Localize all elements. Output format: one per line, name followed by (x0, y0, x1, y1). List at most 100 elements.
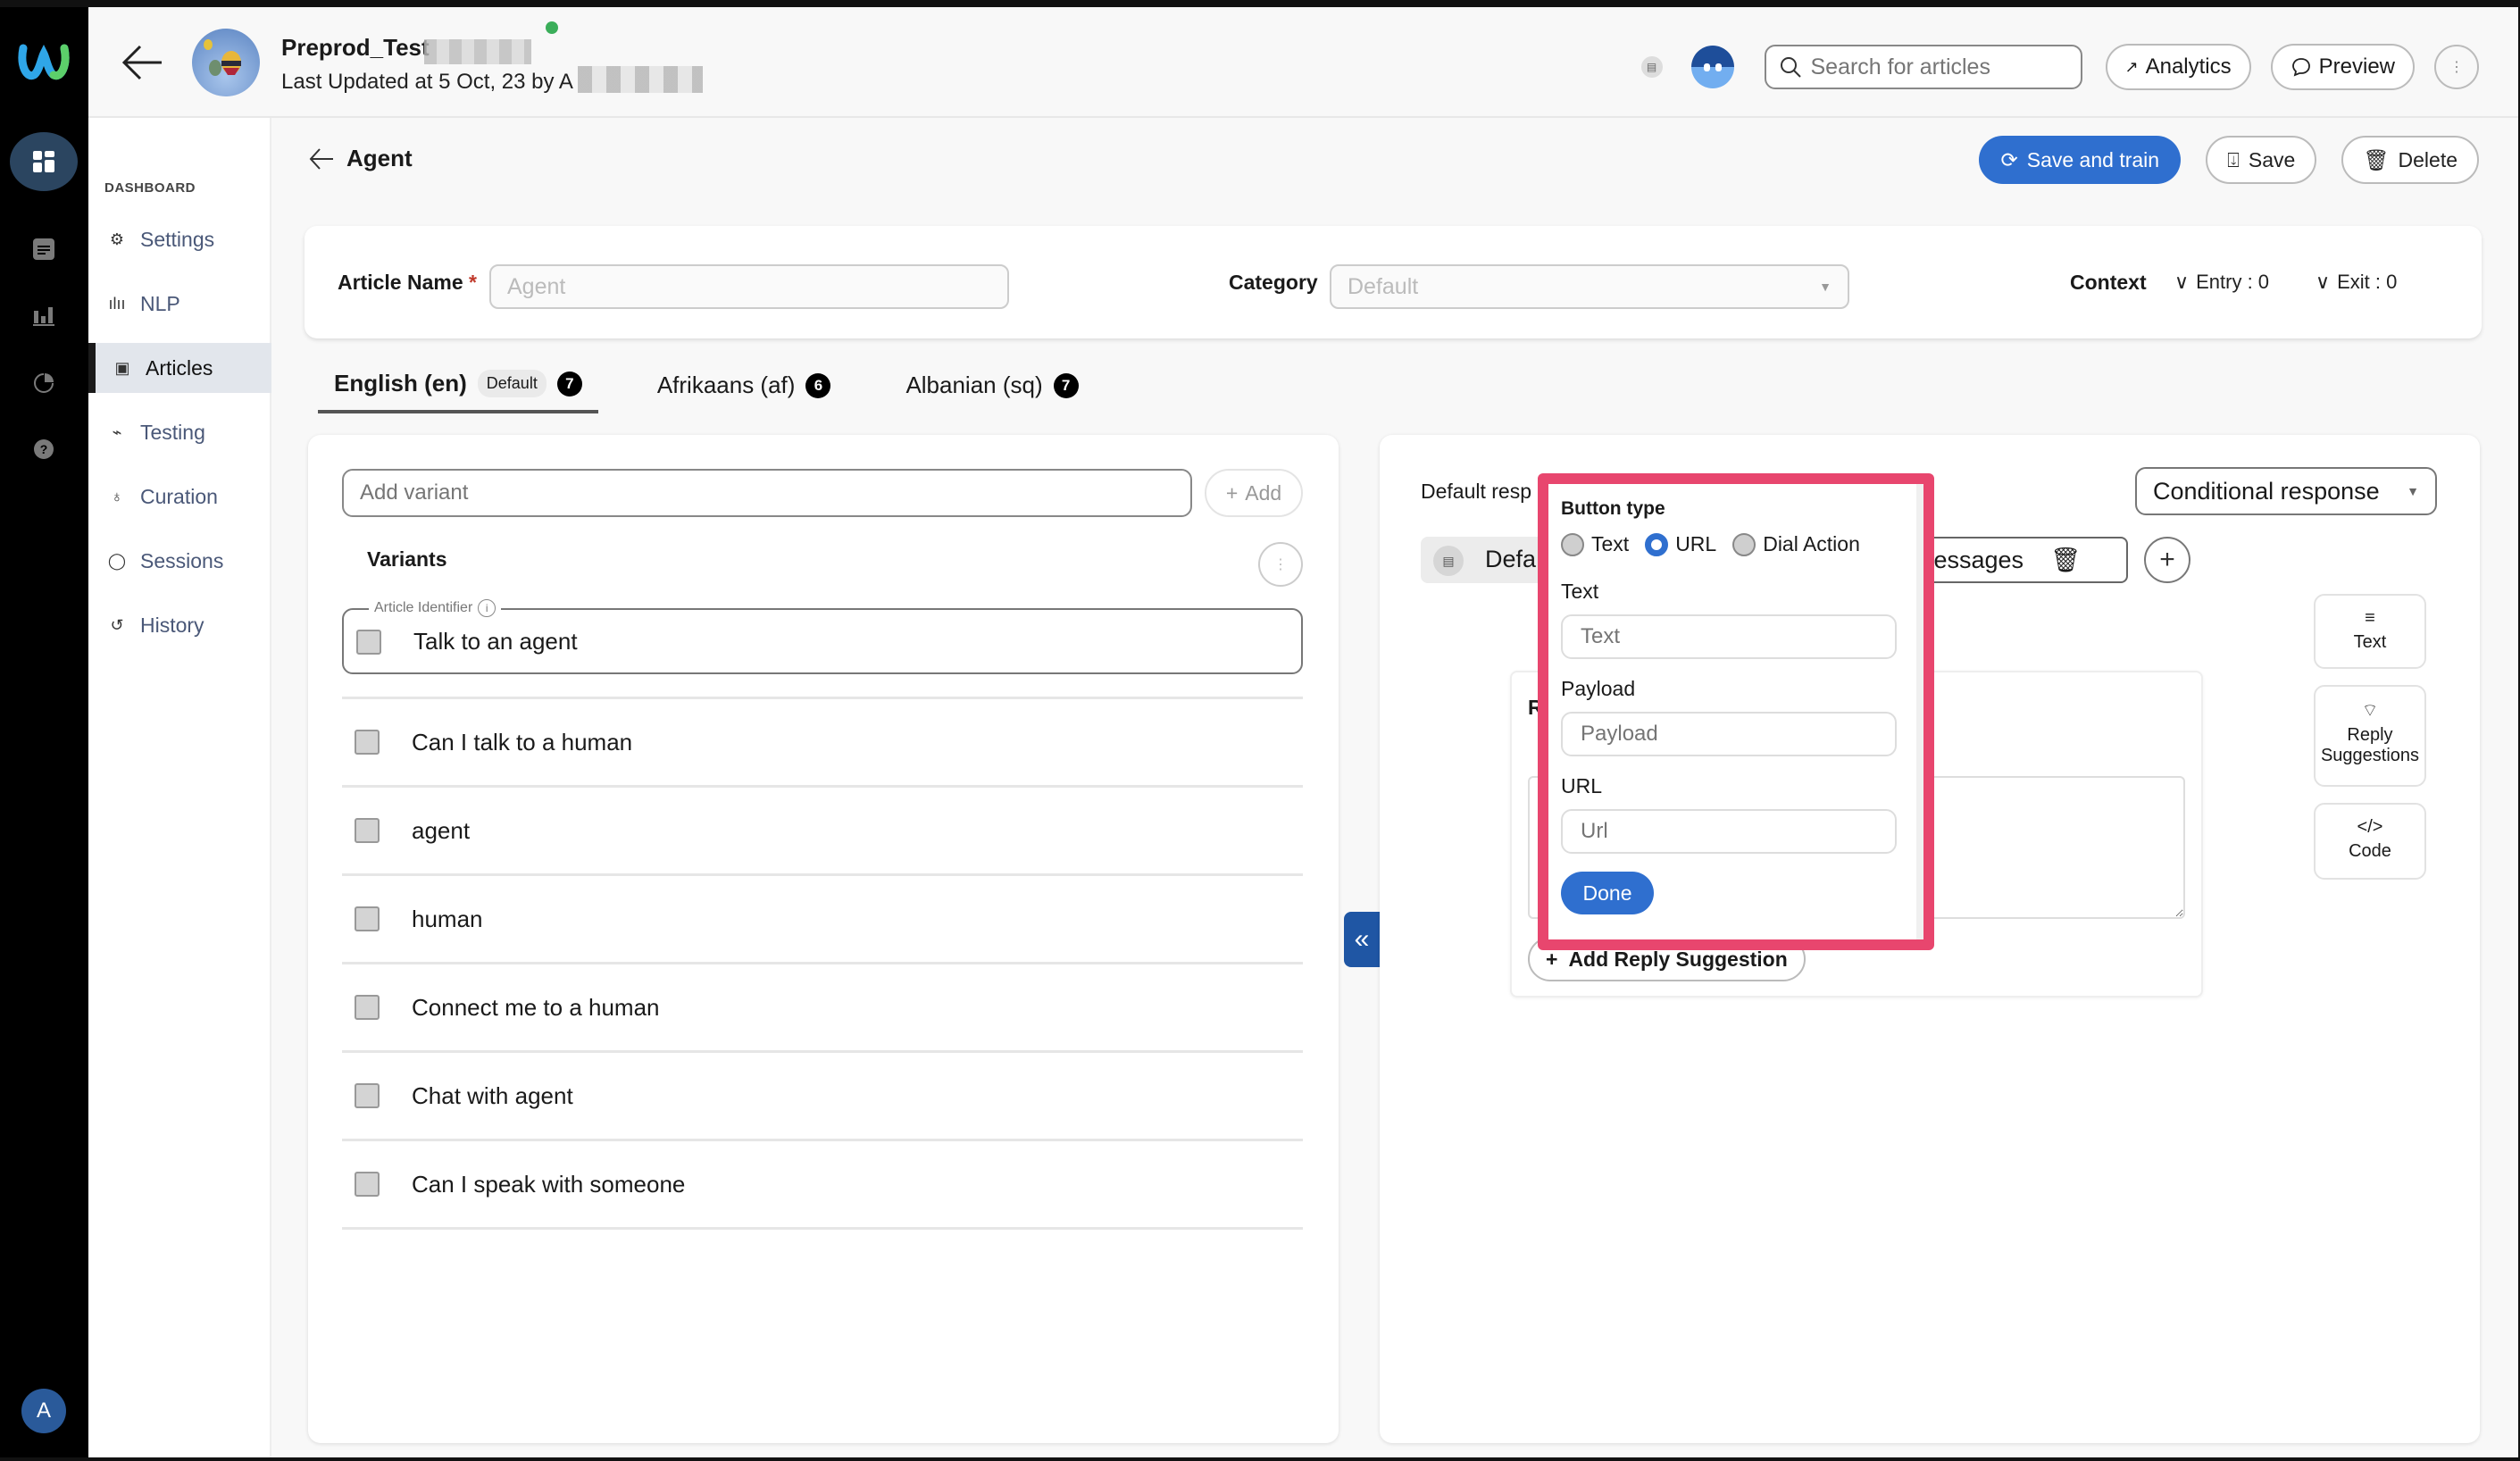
header-actions: ▤ ↗ Analytics Preview ⋮ (1640, 43, 2519, 91)
collapse-panel-button[interactable]: « (1344, 912, 1380, 967)
sidebar-item-sessions[interactable]: ◯ Sessions (88, 536, 271, 586)
save-and-train-button[interactable]: ⟳ Save and train (1979, 136, 2182, 184)
rail-dashboard[interactable] (10, 132, 78, 191)
variant-checkbox[interactable] (355, 1083, 380, 1108)
tab-albanian[interactable]: Albanian (sq) 7 (889, 361, 1094, 413)
save-button[interactable]: ⍗ Save (2206, 136, 2317, 184)
tool-label: Text (2353, 632, 2387, 652)
sidebar-item-articles[interactable]: ▣ Articles (88, 343, 271, 393)
sidebar-item-label: Sessions (140, 548, 224, 572)
chat-bubble-icon (2291, 58, 2310, 77)
assistant-bot-icon[interactable] (1690, 46, 1734, 88)
variant-checkbox[interactable] (356, 630, 381, 655)
bot-name: Preprod_Test (281, 34, 430, 61)
popup-scrollbar[interactable] (1916, 484, 1923, 939)
preview-button[interactable]: Preview (2270, 44, 2415, 90)
text-input[interactable] (1561, 614, 1897, 659)
required-mark: * (469, 271, 477, 294)
bar-chart-icon (33, 307, 54, 326)
dropdown-caret-icon: ▼ (1819, 280, 1832, 294)
gear-icon: ⚙ (109, 230, 125, 248)
add-variant-button[interactable]: + Add (1205, 469, 1303, 517)
radio-text[interactable]: Text (1561, 532, 1629, 556)
tab-afrikaans[interactable]: Afrikaans (af) 6 (641, 361, 847, 413)
category-select[interactable]: Default ▼ (1330, 264, 1849, 309)
dropdown-caret-icon: ▼ (2407, 484, 2419, 498)
variant-checkbox[interactable] (355, 730, 380, 755)
variant-text[interactable]: Chat with agent (412, 1082, 573, 1110)
rail-analytics[interactable] (21, 293, 66, 338)
variants-more-button[interactable]: ⋮ (1258, 542, 1303, 587)
trash-icon[interactable]: 🗑︎ (2050, 546, 2081, 574)
preview-label: Preview (2318, 54, 2395, 79)
variant-text[interactable]: human (412, 906, 483, 933)
sidebar-item-settings[interactable]: ⚙ Settings (88, 214, 271, 264)
back-arrow-icon[interactable] (309, 147, 334, 171)
variant-checkbox[interactable] (355, 818, 380, 843)
response-chip-label: Defa (1485, 546, 1537, 572)
text-lines-icon: ≡ (2365, 608, 2375, 628)
tool-reply-suggestions[interactable]: ⌔ Reply Suggestions (2314, 685, 2426, 787)
default-tag: Default (477, 370, 547, 397)
tab-label: Albanian (sq) (905, 372, 1043, 398)
variant-row: Can I talk to a human (342, 697, 1303, 785)
tab-english[interactable]: English (en) Default 7 (318, 361, 598, 413)
bot-avatar (192, 29, 260, 96)
rail-reports[interactable] (21, 361, 66, 405)
sidebar-item-nlp[interactable]: ılıı NLP (88, 279, 271, 329)
payload-input[interactable] (1561, 712, 1897, 756)
double-chevron-left-icon: « (1354, 924, 1370, 954)
entry-context-toggle[interactable]: ∨ Entry : 0 (2174, 271, 2269, 294)
url-input[interactable] (1561, 809, 1897, 854)
add-variant-input[interactable] (342, 469, 1192, 517)
add-response-button[interactable]: + (2144, 537, 2190, 583)
user-avatar[interactable]: A (21, 1389, 66, 1433)
trash-icon: 🗑︎ (2363, 147, 2390, 171)
radio-button-selected[interactable] (1645, 532, 1669, 556)
article-name-input[interactable]: Agent (489, 264, 1009, 309)
save-label: Save (2248, 147, 2296, 171)
search-input[interactable] (1810, 54, 2061, 80)
tab-label: English (en) (334, 370, 467, 397)
variant-text[interactable]: Can I speak with someone (412, 1171, 685, 1198)
info-icon[interactable]: i (478, 599, 496, 617)
variant-text[interactable]: Talk to an agent (413, 628, 578, 655)
tool-text[interactable]: ≡ Text (2314, 594, 2426, 669)
variant-checkbox[interactable] (355, 995, 380, 1020)
back-arrow-icon[interactable] (121, 43, 165, 82)
sidebar-item-history[interactable]: ↺ History (88, 600, 271, 650)
exit-context-toggle[interactable]: ∨ Exit : 0 (2316, 271, 2397, 294)
delete-button[interactable]: 🗑︎ Delete (2341, 136, 2479, 184)
conditional-response-select[interactable]: Conditional response ▼ (2135, 467, 2437, 515)
variant-text[interactable]: agent (412, 817, 470, 845)
widget-icon[interactable]: ▤ (1640, 56, 1663, 78)
variant-text[interactable]: Can I talk to a human (412, 729, 632, 756)
rail-documents[interactable] (21, 227, 66, 271)
radio-url[interactable]: URL (1645, 532, 1716, 556)
app-rail: ? A (0, 7, 88, 1457)
online-status-dot (546, 21, 558, 34)
kebab-icon: ⋮ (2449, 60, 2464, 75)
rail-help[interactable]: ? (21, 427, 66, 472)
balloons-icon (204, 39, 241, 76)
variant-text[interactable]: Connect me to a human (412, 994, 660, 1022)
tool-code[interactable]: </> Code (2314, 803, 2426, 880)
radio-dial-action[interactable]: Dial Action (1732, 532, 1860, 556)
analytics-button[interactable]: ↗ Analytics (2105, 44, 2251, 90)
save-icon: ⍗ (2227, 147, 2240, 171)
pie-chart-icon (34, 373, 54, 393)
done-button[interactable]: Done (1561, 872, 1654, 914)
variant-count-badge: 7 (1053, 372, 1079, 398)
sidebar-item-testing[interactable]: ⌁ Testing (88, 407, 271, 457)
context-label: Context (2070, 271, 2147, 294)
radio-button[interactable] (1732, 532, 1756, 556)
sidebar-item-curation[interactable]: ♁ Curation (88, 472, 271, 522)
chat-icon: ◯ (107, 551, 127, 570)
variant-checkbox[interactable] (355, 906, 380, 931)
radio-button[interactable] (1561, 532, 1584, 556)
variant-checkbox[interactable] (355, 1172, 380, 1197)
more-options-button[interactable]: ⋮ (2434, 45, 2479, 89)
chevron-down-icon: ∨ (2316, 271, 2331, 293)
delete-label: Delete (2398, 147, 2457, 171)
sidebar-item-label: Settings (140, 227, 215, 251)
